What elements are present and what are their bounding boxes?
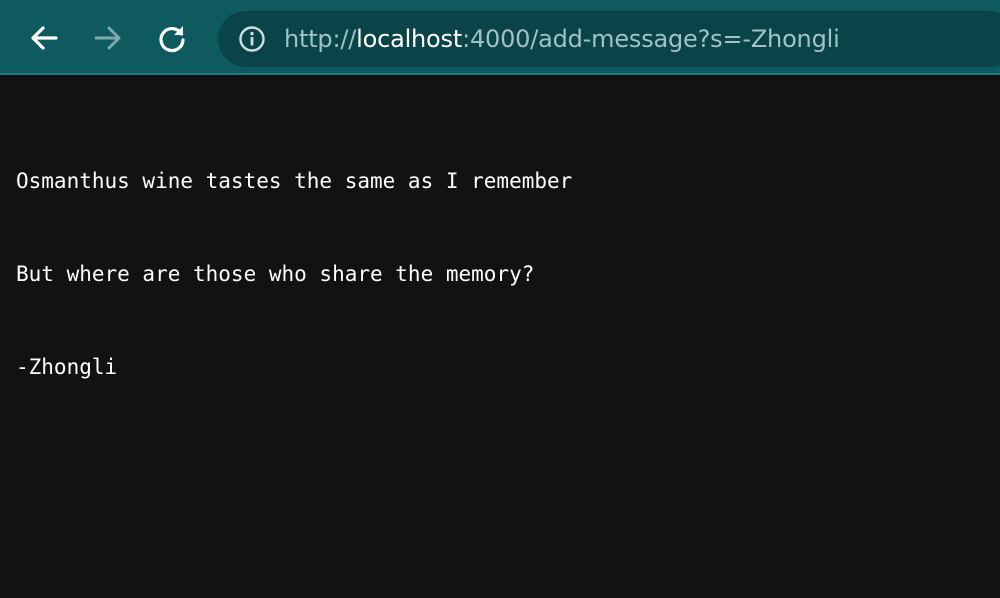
reload-icon bbox=[159, 26, 185, 53]
url-path: :4000/add-message?s=-Zhongli bbox=[462, 25, 840, 53]
message-line: But where are those who share the memory… bbox=[16, 262, 535, 286]
message-signature: -Zhongli bbox=[16, 355, 118, 379]
page-content: Osmanthus wine tastes the same as I reme… bbox=[16, 104, 572, 414]
back-button[interactable] bbox=[26, 20, 62, 56]
browser-toolbar: http://localhost:4000/add-message?s=-Zho… bbox=[0, 0, 1000, 75]
address-bar[interactable]: http://localhost:4000/add-message?s=-Zho… bbox=[218, 11, 1000, 67]
url-host: localhost bbox=[356, 25, 463, 53]
info-icon[interactable] bbox=[238, 25, 266, 53]
url-text[interactable]: http://localhost:4000/add-message?s=-Zho… bbox=[284, 25, 840, 53]
reload-button[interactable] bbox=[154, 20, 190, 56]
url-scheme: http:// bbox=[284, 25, 357, 53]
message-line: Osmanthus wine tastes the same as I reme… bbox=[16, 169, 573, 193]
forward-button[interactable] bbox=[90, 20, 126, 56]
arrow-left-icon bbox=[31, 26, 58, 50]
arrow-right-icon bbox=[94, 26, 121, 50]
